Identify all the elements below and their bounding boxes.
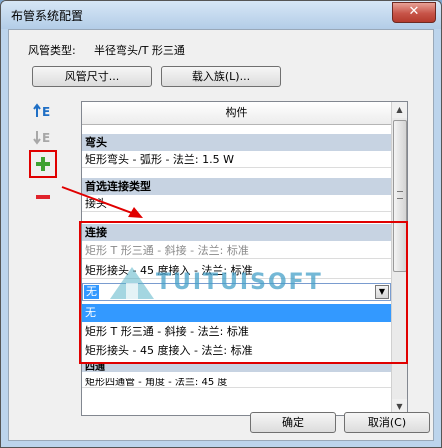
watermark-logo-icon <box>110 267 154 299</box>
watermark-text: TUITUISOFT <box>156 270 323 295</box>
dialog-window: 布管系统配置 ✕ 风管类型: 半径弯头/T 形三通 风管尺寸... 载入族(L)… <box>0 0 442 448</box>
annotation-arrow <box>61 186 143 218</box>
